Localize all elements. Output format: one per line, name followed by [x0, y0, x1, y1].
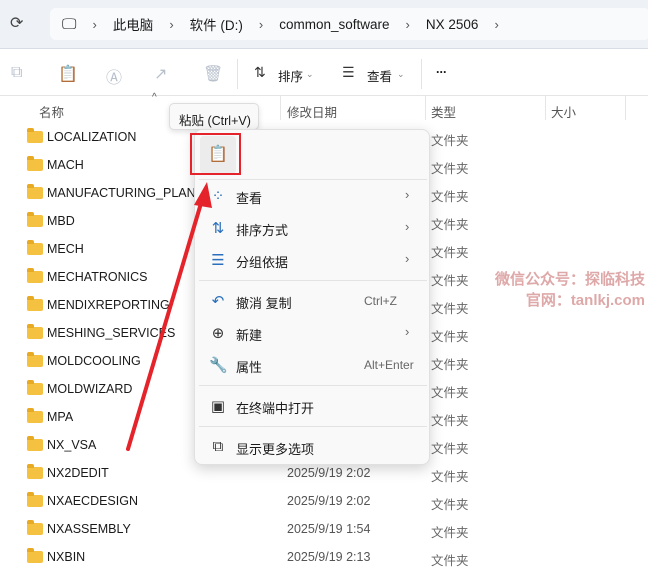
red-arrow-annotation	[126, 182, 212, 451]
